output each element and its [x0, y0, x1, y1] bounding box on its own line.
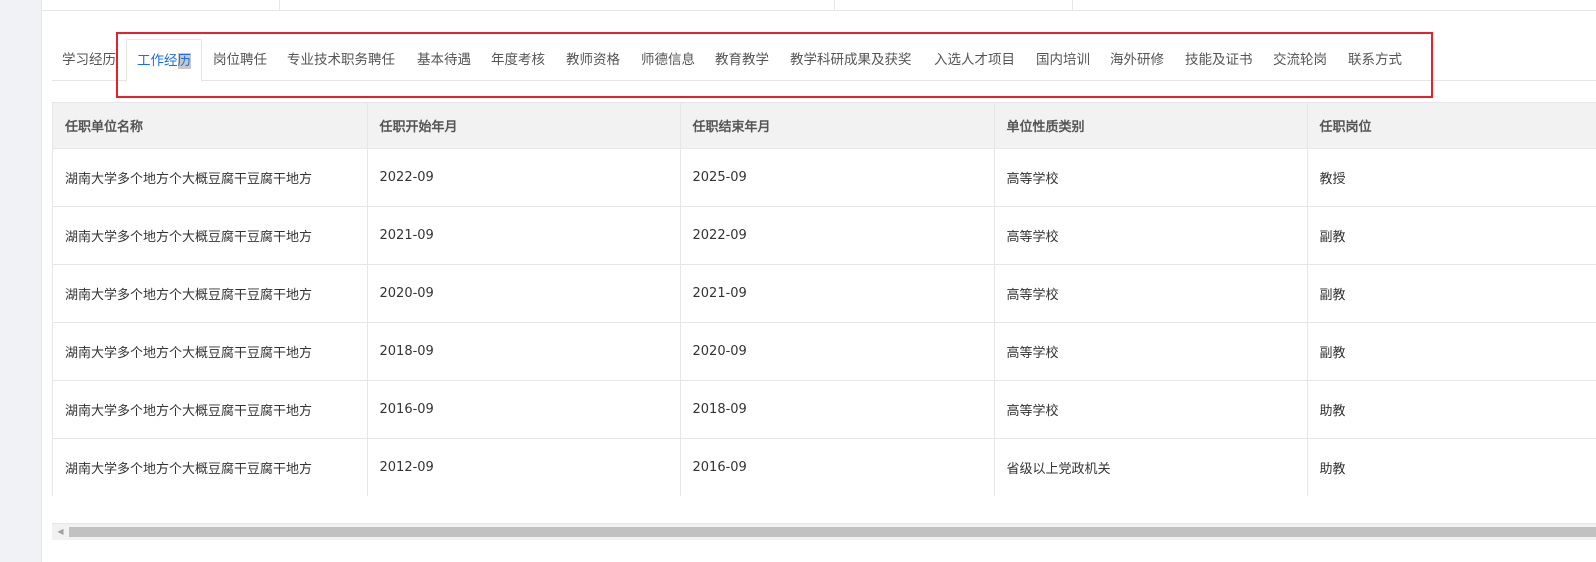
cell-end-date: 2020-09: [680, 322, 995, 381]
work-history-table: 任职单位名称 任职开始年月 任职结束年月 单位性质类别 任职岗位 湖南大学多个地…: [53, 102, 1596, 496]
tab-skills-certificates[interactable]: 技能及证书: [1185, 39, 1253, 81]
tab-basic-benefits[interactable]: 基本待遇: [417, 39, 471, 81]
tab-teaching[interactable]: 教育教学: [715, 39, 769, 81]
cell-start-date: 2012-09: [367, 438, 681, 496]
cell-unit-name: 湖南大学多个地方个大概豆腐干豆腐干地方: [53, 438, 368, 496]
cell-unit-type: 高等学校: [994, 322, 1308, 381]
tab-post-appointment[interactable]: 岗位聘任: [213, 39, 267, 81]
scroll-left-icon[interactable]: ◀: [52, 524, 69, 540]
cell-unit-type: 高等学校: [994, 148, 1308, 207]
tab-work-history-selected-char: 历: [177, 53, 191, 69]
table-header-row: 任职单位名称 任职开始年月 任职结束年月 单位性质类别 任职岗位: [53, 102, 1596, 149]
cell-end-date: 2018-09: [680, 380, 995, 439]
cell-unit-name: 湖南大学多个地方个大概豆腐干豆腐干地方: [53, 148, 368, 207]
left-rail: [0, 0, 42, 562]
scrollbar-thumb[interactable]: [69, 527, 1596, 537]
cell-position: 副教: [1307, 206, 1596, 265]
tab-annual-assessment[interactable]: 年度考核: [491, 39, 545, 81]
tab-domestic-training[interactable]: 国内培训: [1036, 39, 1090, 81]
cell-unit-type: 高等学校: [994, 206, 1308, 265]
cell-start-date: 2022-09: [367, 148, 681, 207]
tab-talent-projects[interactable]: 入选人才项目: [934, 39, 1015, 81]
column-header-start-date[interactable]: 任职开始年月: [367, 102, 681, 149]
column-header-unit-type[interactable]: 单位性质类别: [994, 102, 1308, 149]
tab-bar: 学习经历 工作经历 岗位聘任 专业技术职务聘任 基本待遇 年度考核 教师资格 师…: [52, 37, 1596, 82]
tab-study-history[interactable]: 学习经历: [62, 39, 116, 81]
tab-ethics-info[interactable]: 师德信息: [641, 39, 695, 81]
table-row[interactable]: 湖南大学多个地方个大概豆腐干豆腐干地方 2020-09 2021-09 高等学校…: [53, 264, 1596, 323]
cell-start-date: 2020-09: [367, 264, 681, 323]
cell-position: 副教: [1307, 322, 1596, 381]
cell-position: 助教: [1307, 438, 1596, 496]
work-history-table-container: 任职单位名称 任职开始年月 任职结束年月 单位性质类别 任职岗位 湖南大学多个地…: [52, 102, 1596, 496]
cell-unit-name: 湖南大学多个地方个大概豆腐干豆腐干地方: [53, 380, 368, 439]
cell-position: 副教: [1307, 264, 1596, 323]
table-row[interactable]: 湖南大学多个地方个大概豆腐干豆腐干地方 2012-09 2016-09 省级以上…: [53, 438, 1596, 496]
column-header-unit-name[interactable]: 任职单位名称: [53, 102, 368, 149]
cell-end-date: 2025-09: [680, 148, 995, 207]
tab-work-history-label: 工作经: [137, 53, 178, 69]
column-header-position[interactable]: 任职岗位: [1307, 102, 1596, 149]
tab-work-history[interactable]: 工作经历: [126, 39, 202, 82]
cell-end-date: 2021-09: [680, 264, 995, 323]
cell-start-date: 2016-09: [367, 380, 681, 439]
tab-professional-title[interactable]: 专业技术职务聘任: [287, 39, 395, 81]
top-strip-divider: [1072, 0, 1073, 11]
top-strip: [42, 0, 1596, 11]
top-strip-divider: [279, 0, 280, 11]
cell-unit-type: 省级以上党政机关: [994, 438, 1308, 496]
cell-unit-name: 湖南大学多个地方个大概豆腐干豆腐干地方: [53, 206, 368, 265]
column-header-end-date[interactable]: 任职结束年月: [680, 102, 995, 149]
table-row[interactable]: 湖南大学多个地方个大概豆腐干豆腐干地方 2016-09 2018-09 高等学校…: [53, 380, 1596, 439]
tab-overseas-study[interactable]: 海外研修: [1110, 39, 1164, 81]
horizontal-scrollbar[interactable]: ◀: [52, 523, 1596, 540]
cell-unit-type: 高等学校: [994, 264, 1308, 323]
tab-contact-info[interactable]: 联系方式: [1348, 39, 1402, 81]
tab-research-awards[interactable]: 教学科研成果及获奖: [790, 39, 912, 81]
cell-end-date: 2016-09: [680, 438, 995, 496]
cell-unit-name: 湖南大学多个地方个大概豆腐干豆腐干地方: [53, 264, 368, 323]
cell-position: 教授: [1307, 148, 1596, 207]
cell-position: 助教: [1307, 380, 1596, 439]
table-row[interactable]: 湖南大学多个地方个大概豆腐干豆腐干地方 2018-09 2020-09 高等学校…: [53, 322, 1596, 381]
cell-unit-name: 湖南大学多个地方个大概豆腐干豆腐干地方: [53, 322, 368, 381]
cell-end-date: 2022-09: [680, 206, 995, 265]
top-strip-divider: [834, 0, 835, 11]
cell-start-date: 2021-09: [367, 206, 681, 265]
tab-exchange-rotation[interactable]: 交流轮岗: [1273, 39, 1327, 81]
cell-start-date: 2018-09: [367, 322, 681, 381]
table-row[interactable]: 湖南大学多个地方个大概豆腐干豆腐干地方 2021-09 2022-09 高等学校…: [53, 206, 1596, 265]
cell-unit-type: 高等学校: [994, 380, 1308, 439]
tab-teacher-qualification[interactable]: 教师资格: [566, 39, 620, 81]
table-row[interactable]: 湖南大学多个地方个大概豆腐干豆腐干地方 2022-09 2025-09 高等学校…: [53, 148, 1596, 207]
